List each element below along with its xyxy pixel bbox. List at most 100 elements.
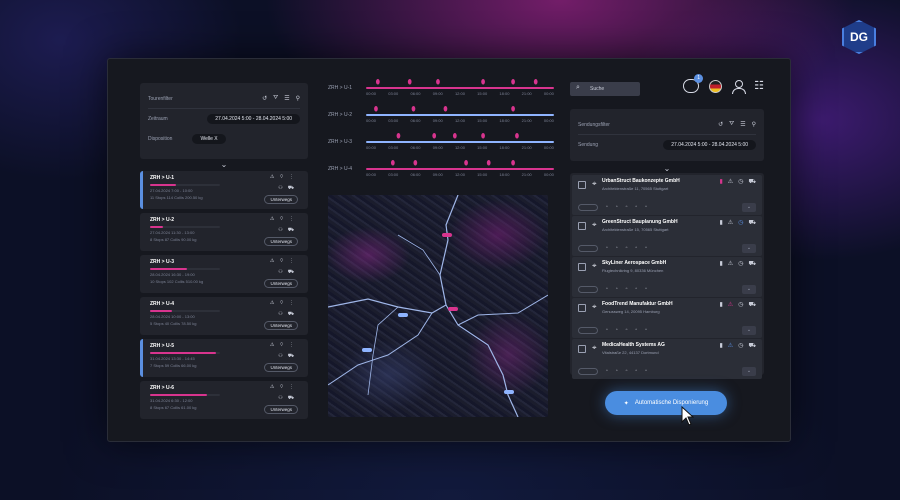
more-icon[interactable]: ⋮ xyxy=(289,216,294,222)
filter-icon[interactable]: ⛛ xyxy=(729,121,734,128)
signal-icon[interactable]: ⌔ xyxy=(279,174,284,180)
shipment-toggle[interactable] xyxy=(578,285,598,293)
bookmark-icon[interactable]: ▮ xyxy=(719,260,722,268)
driver-icon[interactable]: ⚇ xyxy=(278,395,282,402)
timeline-row[interactable]: ZRH > U-1 ⬮ ⬮ ⬮ ⬮ ⬮ ⬮ 00:00 03:00 06:00 09:00 12:00… xyxy=(328,79,554,106)
chat-icon[interactable]: 1 xyxy=(683,74,704,93)
chevron-down-icon[interactable]: ⌄ xyxy=(742,202,756,212)
stop-pin-icon[interactable]: ⬮ xyxy=(510,160,517,168)
more-icon[interactable]: ⋮ xyxy=(289,342,294,348)
more-icon[interactable]: ⋮ xyxy=(289,384,294,390)
stop-pin-icon[interactable]: ⬮ xyxy=(410,106,417,114)
stop-pin-icon[interactable]: ⬮ xyxy=(434,79,441,87)
language-flag-icon[interactable] xyxy=(709,79,723,93)
warning-icon[interactable]: ⚠ xyxy=(728,219,733,227)
truck-icon[interactable]: ⛟ xyxy=(748,301,756,309)
truck-icon[interactable]: ⛟ xyxy=(288,185,294,192)
shipment-card[interactable]: ⌖ SkyLiner Aerospace GmbH Flugtechnikring … xyxy=(572,257,762,297)
warning-icon[interactable]: ⚠ xyxy=(270,300,274,306)
clock-icon[interactable]: ◷ xyxy=(738,342,743,350)
shipment-checkbox[interactable] xyxy=(578,222,586,230)
shipment-checkbox[interactable] xyxy=(578,181,586,189)
warning-icon[interactable]: ⚠ xyxy=(728,342,733,350)
tour-card[interactable]: ZRH > U-2 27.04.2024 11:30 - 13:00 8 Stops… xyxy=(140,213,308,251)
shipment-toggle[interactable] xyxy=(578,244,598,252)
stop-pin-icon[interactable]: ⬮ xyxy=(480,133,487,141)
auto-dispatch-button[interactable]: ✦ Automatische Disponierung xyxy=(605,391,727,415)
clock-icon[interactable]: ◷ xyxy=(738,301,743,309)
warning-icon[interactable]: ⚠ xyxy=(270,384,274,390)
more-icon[interactable]: ⋮ xyxy=(289,174,294,180)
warning-icon[interactable]: ⚠ xyxy=(270,216,274,222)
warning-icon[interactable]: ⚠ xyxy=(728,260,733,268)
shipment-card[interactable]: ⌖ FoodTrend Manufaktur GmbH Genussweg 14, … xyxy=(572,298,762,338)
truck-icon[interactable]: ⛟ xyxy=(288,353,294,360)
reset-icon[interactable]: ↺ xyxy=(262,95,267,102)
truck-icon[interactable]: ⛟ xyxy=(748,260,756,268)
pin-icon[interactable]: ⚲ xyxy=(296,95,300,102)
user-icon[interactable] xyxy=(732,79,747,94)
status-badge[interactable]: Unterwegs xyxy=(264,405,298,414)
status-badge[interactable]: Unterwegs xyxy=(264,363,298,372)
tour-card[interactable]: ZRH > U-3 28.04.2024 16:30 - 19:00 10 Stop… xyxy=(140,255,308,293)
checklist-icon[interactable]: ☷ xyxy=(754,80,764,92)
disposition-select[interactable]: Welle X xyxy=(192,134,226,144)
stop-pin-icon[interactable]: ⬮ xyxy=(406,79,413,87)
timeline-row[interactable]: ZRH > U-2 ⬮ ⬮ ⬮ ⬮ 00:00 03:00 06:00 09:00 12:00 15… xyxy=(328,106,554,133)
driver-icon[interactable]: ⚇ xyxy=(278,353,282,360)
shipment-card[interactable]: ⌖ UrbanStruct Baukonzepte GmbH Architekten… xyxy=(572,175,762,215)
chevron-down-icon[interactable]: ⌄ xyxy=(742,366,756,376)
signal-icon[interactable]: ⌔ xyxy=(279,384,284,390)
warning-icon[interactable]: ⚠ xyxy=(728,301,733,309)
tour-card[interactable]: ZRH > U-1 27.04.2024 7:00 - 10:00 11 Stops… xyxy=(140,171,308,209)
truck-icon[interactable]: ⛟ xyxy=(748,178,756,186)
tour-card[interactable]: ZRH > U-5 31.04.2024 13:30 - 14:45 7 Stops… xyxy=(140,339,308,377)
zeitraum-input[interactable]: 27.04.2024 5:00 - 28.04.2024 5:00 xyxy=(207,114,300,124)
stop-pin-icon[interactable]: ⬮ xyxy=(372,106,379,114)
truck-icon[interactable]: ⛟ xyxy=(748,219,756,227)
search-input[interactable]: ⌕ Suche xyxy=(570,82,640,96)
chevron-down-icon[interactable]: ⌄ xyxy=(742,243,756,253)
reset-icon[interactable]: ↺ xyxy=(718,121,723,128)
warning-icon[interactable]: ⚠ xyxy=(270,342,274,348)
shipment-card[interactable]: ⌖ MedicaHealth Systems AG Vitalstraße 22, … xyxy=(572,339,762,379)
truck-icon[interactable]: ⛟ xyxy=(288,311,294,318)
timeline-row[interactable]: ZRH > U-3 ⬮ ⬮ ⬮ ⬮ ⬮ 00:00 03:00 06:00 09:00 12:00 1… xyxy=(328,133,554,160)
warning-icon[interactable]: ⚠ xyxy=(270,174,274,180)
signal-icon[interactable]: ⌔ xyxy=(279,342,284,348)
signal-icon[interactable]: ⌔ xyxy=(279,216,284,222)
warning-icon[interactable]: ⚠ xyxy=(270,258,274,264)
shipment-checkbox[interactable] xyxy=(578,263,586,271)
shipment-toggle[interactable] xyxy=(578,326,598,334)
clock-icon[interactable]: ◷ xyxy=(738,178,743,186)
tour-card[interactable]: ZRH > U-6 31.04.2024 6:30 - 12:00 8 Stops … xyxy=(140,381,308,419)
driver-icon[interactable]: ⚇ xyxy=(278,227,282,234)
status-badge[interactable]: Unterwegs xyxy=(264,279,298,288)
stop-pin-icon[interactable]: ⬮ xyxy=(510,106,517,114)
more-icon[interactable]: ⋮ xyxy=(289,300,294,306)
chevron-down-icon[interactable]: ⌄ xyxy=(742,284,756,294)
stop-pin-icon[interactable]: ⬮ xyxy=(532,79,539,87)
map-marker[interactable] xyxy=(442,233,452,237)
bookmark-icon[interactable]: ▮ xyxy=(719,178,722,186)
filter-icon[interactable]: ⛛ xyxy=(273,95,278,102)
shipment-checkbox[interactable] xyxy=(578,304,586,312)
timeline-row[interactable]: ZRH > U-4 ⬮ ⬮ ⬮ ⬮ ⬮ 00:00 03:00 06:00 09:00 12:00 1… xyxy=(328,160,554,187)
stop-pin-icon[interactable]: ⬮ xyxy=(463,160,470,168)
stop-pin-icon[interactable]: ⬮ xyxy=(480,79,487,87)
truck-icon[interactable]: ⛟ xyxy=(288,395,294,402)
stop-pin-icon[interactable]: ⬮ xyxy=(513,133,520,141)
map-marker[interactable] xyxy=(448,307,458,311)
bookmark-icon[interactable]: ▮ xyxy=(719,301,722,309)
bookmark-icon[interactable]: ▮ xyxy=(719,219,722,227)
signal-icon[interactable]: ⌔ xyxy=(279,300,284,306)
map-marker[interactable] xyxy=(362,348,372,352)
stop-pin-icon[interactable]: ⬮ xyxy=(389,160,396,168)
list-icon[interactable]: ☰ xyxy=(284,95,289,102)
stop-pin-icon[interactable]: ⬮ xyxy=(431,133,438,141)
sendung-input[interactable]: 27.04.2024 5:00 - 28.04.2024 5:00 xyxy=(663,140,756,150)
tour-card[interactable]: ZRH > U-4 28.04.2024 10:00 - 13:00 5 Stops… xyxy=(140,297,308,335)
bookmark-icon[interactable]: ▮ xyxy=(719,342,722,350)
shipment-card[interactable]: ⌖ GreenStruct Bauplanung GmbH Architektens… xyxy=(572,216,762,256)
shipment-checkbox[interactable] xyxy=(578,345,586,353)
